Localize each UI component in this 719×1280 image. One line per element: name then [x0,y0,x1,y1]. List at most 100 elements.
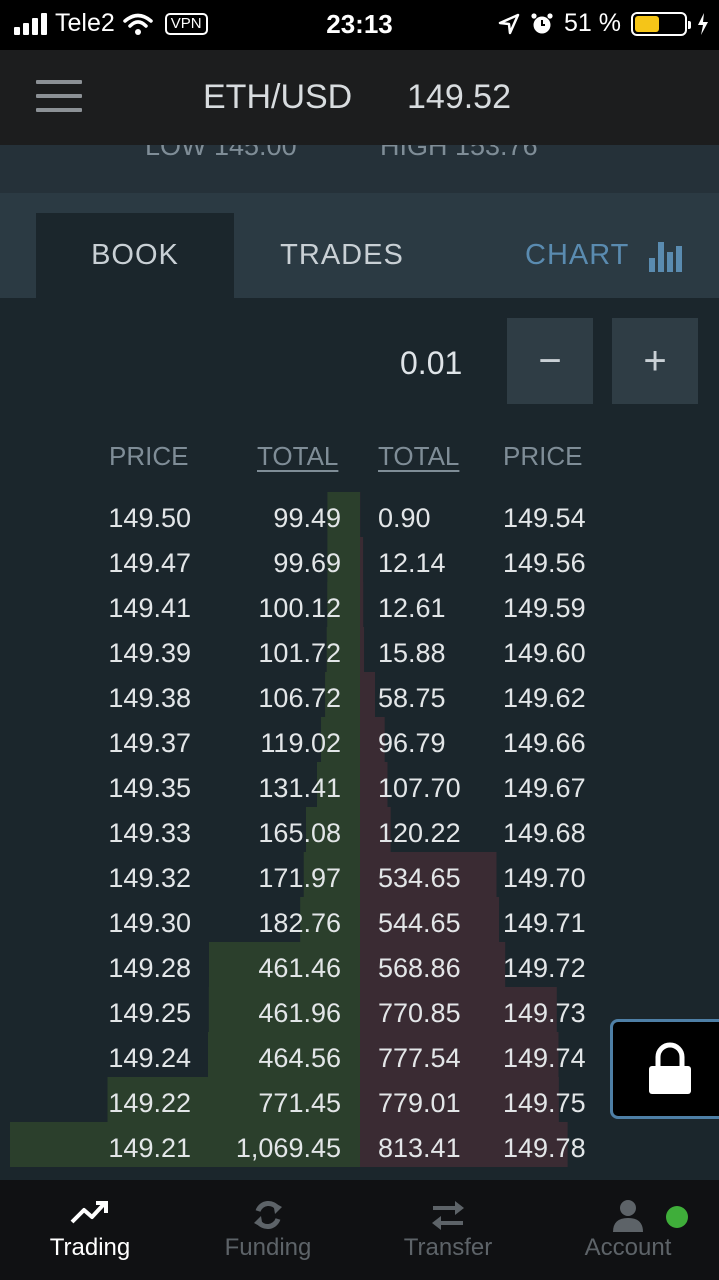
alarm-icon [531,12,553,33]
book-row[interactable]: 149.32 171.97 534.65 149.70 [0,855,719,900]
bid-total: 461.96 [258,998,341,1028]
ask-total: 568.86 [378,953,461,983]
ask-total: 96.79 [378,728,446,758]
bid-total: 99.69 [273,548,341,578]
ask-price: 149.67 [503,773,586,803]
trending-up-icon [70,1201,108,1224]
bid-price: 149.39 [108,638,191,668]
lock-button[interactable] [610,1019,719,1119]
ask-total: 813.41 [378,1133,461,1163]
battery-icon [631,11,691,36]
ask-price: 149.78 [503,1133,586,1163]
battery-percent: 51 % [564,9,621,37]
ask-total: 544.65 [378,908,461,938]
precision-increase-button[interactable]: + [612,318,698,404]
battery-level [635,15,660,32]
book-row[interactable]: 149.28 461.46 568.86 149.72 [0,945,719,990]
bid-total: 464.56 [258,1043,341,1073]
book-row[interactable]: 149.21 1,069.45 813.41 149.78 [0,1125,719,1170]
tab-book[interactable]: BOOK [36,213,234,298]
nav-funding[interactable]: Funding [178,1180,358,1280]
ask-price: 149.68 [503,818,586,848]
ask-total-header[interactable]: TOTAL [378,441,459,472]
last-price: 149.52 [407,78,511,116]
ask-total: 107.70 [378,773,461,803]
online-status-dot [666,1206,688,1228]
ask-total: 534.65 [378,863,461,893]
bid-total: 131.41 [258,773,341,803]
user-icon [613,1200,643,1232]
precision-decrease-button[interactable]: − [507,318,593,404]
ask-price: 149.62 [503,683,586,713]
book-row[interactable]: 149.50 99.49 0.90 149.54 [0,495,719,540]
bid-total-header[interactable]: TOTAL [257,441,338,472]
bid-price: 149.33 [108,818,191,848]
low-high-strip: LOW 145.00 HIGH 153.76 [0,145,719,193]
tab-bar: BOOK TRADES CHART [0,193,719,298]
ask-total: 0.90 [378,503,431,533]
bid-total: 771.45 [258,1088,341,1118]
ask-price: 149.72 [503,953,586,983]
bid-price: 149.28 [108,953,191,983]
pair-title[interactable]: ETH/USD [203,78,352,117]
swap-arrows-icon [432,1201,464,1230]
ask-total: 15.88 [378,638,446,668]
book-row[interactable]: 149.41 100.12 12.61 149.59 [0,585,719,630]
ask-total: 58.75 [378,683,446,713]
nav-trading-label: Trading [49,1234,131,1261]
ask-total: 779.01 [378,1088,461,1118]
tab-trades[interactable]: TRADES [234,213,450,298]
app-header: ETH/USD 149.52 [0,50,719,145]
bid-price: 149.22 [108,1088,191,1118]
ask-price: 149.54 [503,503,586,533]
book-row[interactable]: 149.37 119.02 96.79 149.66 [0,720,719,765]
bid-price: 149.21 [108,1133,191,1163]
ask-price-header: PRICE [503,441,583,471]
nav-trading[interactable]: Trading [0,1180,180,1280]
nav-funding-label: Funding [224,1234,312,1261]
ask-price: 149.70 [503,863,586,893]
ask-price: 149.75 [503,1088,586,1118]
ask-total: 12.61 [378,593,446,623]
bid-total: 100.12 [258,593,341,623]
high-value: HIGH 153.76 [380,145,538,161]
ask-total: 120.22 [378,818,461,848]
ask-price: 149.71 [503,908,586,938]
bid-total: 171.97 [258,863,341,893]
book-row[interactable]: 149.35 131.41 107.70 149.67 [0,765,719,810]
ask-price: 149.56 [503,548,586,578]
book-row[interactable]: 149.33 165.08 120.22 149.68 [0,810,719,855]
bid-price: 149.32 [108,863,191,893]
nav-transfer[interactable]: Transfer [358,1180,538,1280]
ask-price: 149.73 [503,998,586,1028]
ask-total: 777.54 [378,1043,461,1073]
charging-bolt-icon [698,12,708,35]
ask-price: 149.66 [503,728,586,758]
low-value: LOW 145.00 [145,145,297,161]
bid-total: 106.72 [258,683,341,713]
bid-price: 149.35 [108,773,191,803]
bid-total: 99.49 [273,503,341,533]
tab-chart[interactable]: CHART [525,213,705,298]
ask-total: 770.85 [378,998,461,1028]
book-row[interactable]: 149.38 106.72 58.75 149.62 [0,675,719,720]
bid-price: 149.38 [108,683,191,713]
book-row[interactable]: 149.47 99.69 12.14 149.56 [0,540,719,585]
bid-price: 149.50 [108,503,191,533]
bid-price: 149.37 [108,728,191,758]
bid-total: 182.76 [258,908,341,938]
book-row[interactable]: 149.39 101.72 15.88 149.60 [0,630,719,675]
bid-price-header: PRICE [109,441,189,471]
bid-price: 149.30 [108,908,191,938]
ask-total: 12.14 [378,548,446,578]
status-right: 51 % [498,9,709,38]
menu-icon[interactable] [36,80,82,114]
bid-total: 101.72 [258,638,341,668]
bid-price: 149.47 [108,548,191,578]
book-row[interactable]: 149.30 182.76 544.65 149.71 [0,900,719,945]
bid-total: 461.46 [258,953,341,983]
nav-account[interactable]: Account [538,1180,718,1280]
ask-price: 149.74 [503,1043,586,1073]
bid-price: 149.41 [108,593,191,623]
bid-price: 149.25 [108,998,191,1028]
